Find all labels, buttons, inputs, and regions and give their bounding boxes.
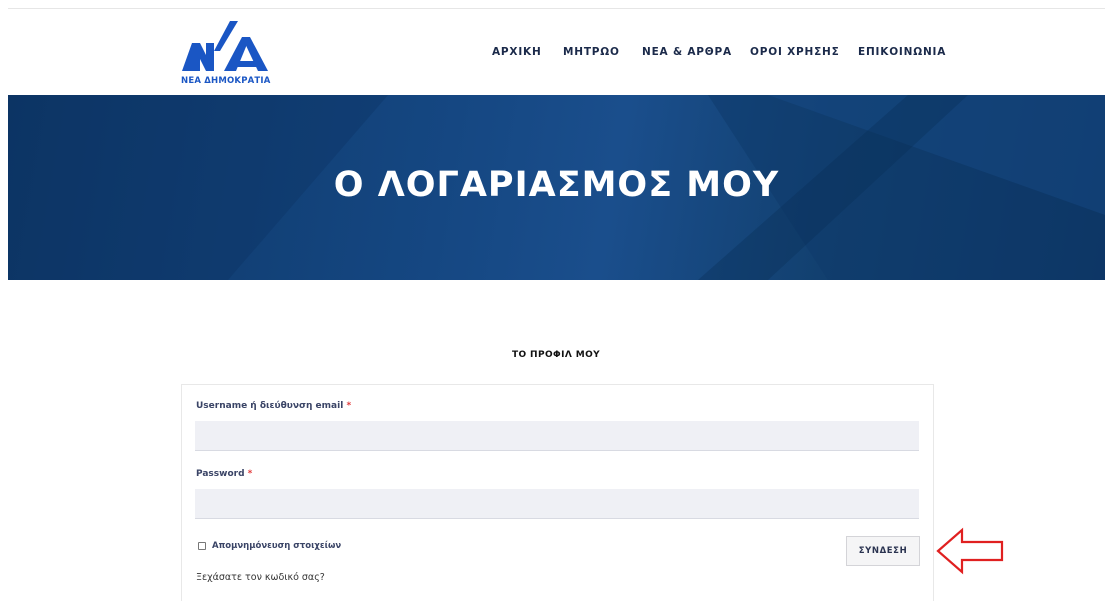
page: ΝΕΑ ΔΗΜΟΚΡΑΤΙΑ ΑΡΧΙΚΗ ΜΗΤΡΩΟ ΝΕΑ & ΑΡΘΡΑ…: [0, 0, 1105, 601]
username-label: Username ή διεύθυνση email *: [196, 401, 351, 411]
nav-item-terms[interactable]: ΟΡΟΙ ΧΡΗΣΗΣ: [750, 46, 840, 58]
password-label-text: Password: [196, 469, 245, 479]
site-header: ΝΕΑ ΔΗΜΟΚΡΑΤΙΑ ΑΡΧΙΚΗ ΜΗΤΡΩΟ ΝΕΑ & ΑΡΘΡΑ…: [0, 9, 1105, 95]
remember-label: Απομνημόνευση στοιχείων: [212, 541, 342, 551]
hero-banner: Ο ΛΟΓΑΡΙΑΣΜΟΣ ΜΟΥ: [8, 95, 1105, 280]
required-marker: *: [247, 469, 253, 479]
nav-item-home[interactable]: ΑΡΧΙΚΗ: [492, 46, 542, 58]
username-input[interactable]: [195, 421, 919, 451]
nav-item-registry[interactable]: ΜΗΤΡΩΟ: [563, 46, 620, 58]
required-marker: *: [346, 401, 352, 411]
nav-item-contact[interactable]: ΕΠΙΚΟΙΝΩΝΙΑ: [858, 46, 946, 58]
password-label: Password *: [196, 469, 252, 479]
password-input[interactable]: [195, 489, 919, 519]
annotation-arrow-icon: [936, 527, 1004, 575]
main-nav: ΑΡΧΙΚΗ ΜΗΤΡΩΟ ΝΕΑ & ΑΡΘΡΑ ΟΡΟΙ ΧΡΗΣΗΣ ΕΠ…: [0, 46, 1105, 62]
remember-checkbox[interactable]: [198, 542, 206, 550]
username-label-text: Username ή διεύθυνση email: [196, 401, 344, 411]
page-title: Ο ΛΟΓΑΡΙΑΣΜΟΣ ΜΟΥ: [333, 165, 780, 205]
remember-me[interactable]: Απομνημόνευση στοιχείων: [198, 539, 341, 553]
logo-text: ΝΕΑ ΔΗΜΟΚΡΑΤΙΑ: [181, 76, 271, 86]
section-title: ΤΟ ΠΡΟΦΙΛ ΜΟΥ: [511, 350, 601, 360]
login-button[interactable]: ΣΥΝΔΕΣΗ: [846, 536, 920, 566]
forgot-password-link[interactable]: Ξεχάσατε τον κωδικό σας?: [196, 572, 325, 583]
nav-item-news[interactable]: ΝΕΑ & ΑΡΘΡΑ: [642, 46, 732, 58]
login-form: Username ή διεύθυνση email * Password * …: [181, 384, 934, 601]
